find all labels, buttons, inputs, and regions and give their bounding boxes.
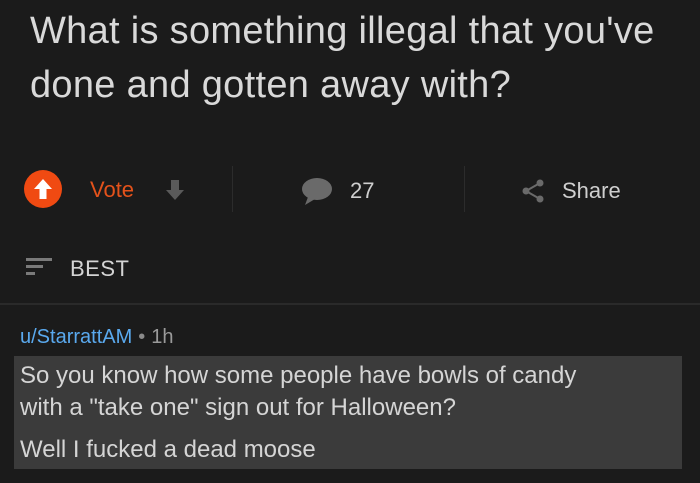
comment-text-line: So you know how some people have bowls o… <box>20 362 577 389</box>
share-button[interactable]: Share <box>520 172 621 210</box>
comment-body[interactable]: So you know how some people have bowls o… <box>14 356 682 469</box>
sort-selector[interactable]: BEST <box>0 240 700 296</box>
arrow-up-icon <box>34 179 52 199</box>
arrow-down-icon <box>166 180 184 200</box>
section-divider <box>0 303 700 305</box>
sort-label: BEST <box>70 256 130 281</box>
comments-count: 27 <box>350 178 375 203</box>
action-divider <box>464 166 465 212</box>
upvote-button[interactable] <box>24 170 62 208</box>
share-icon <box>522 179 544 203</box>
comment-text-line: Well I fucked a dead moose <box>20 436 316 463</box>
comment-age: 1h <box>151 326 174 348</box>
meta-separator: • <box>138 326 146 348</box>
reddit-post-page: What is something illegal that you've do… <box>0 0 700 483</box>
comment-author[interactable]: u/StarrattAM <box>20 326 132 348</box>
post-action-bar: Vote 27 Share <box>0 160 700 222</box>
comment-bubble-icon <box>302 178 332 205</box>
comment-text-line: with a "take one" sign out for Halloween… <box>20 394 456 421</box>
share-label: Share <box>562 178 621 203</box>
post-title[interactable]: What is something illegal that you've do… <box>30 4 670 112</box>
comments-button[interactable]: 27 <box>300 172 374 210</box>
downvote-button[interactable] <box>164 178 186 202</box>
sort-icon <box>26 258 52 275</box>
action-divider <box>232 166 233 212</box>
vote-label: Vote <box>90 177 135 202</box>
comment-meta: u/StarrattAM • 1h <box>20 326 174 349</box>
